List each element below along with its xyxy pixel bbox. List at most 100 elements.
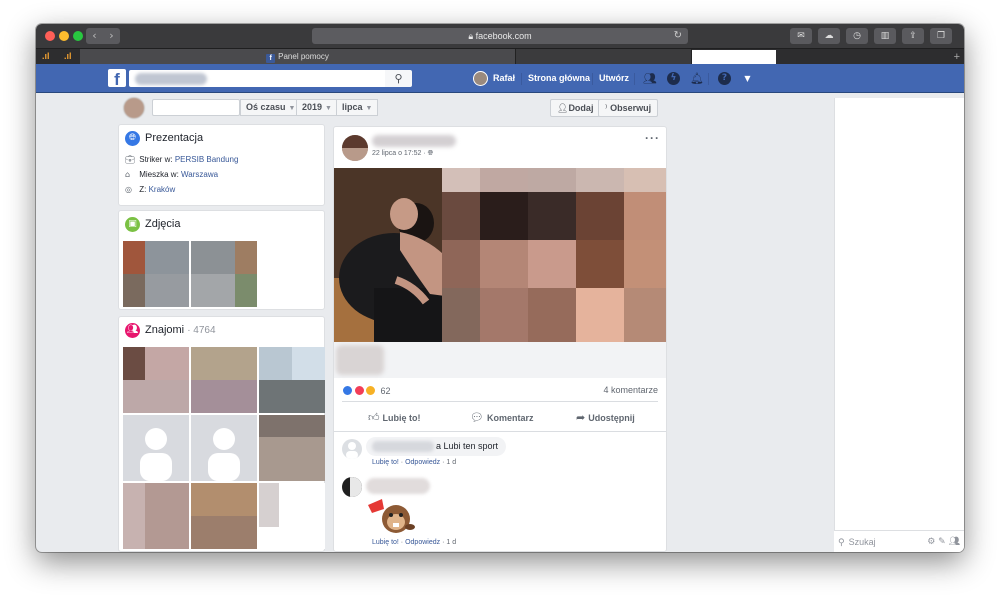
friend-thumbnail[interactable] (123, 483, 189, 549)
from-link[interactable]: Kraków (149, 185, 176, 194)
facebook-logo[interactable]: f (108, 69, 126, 87)
nav-home[interactable]: Strona główna (528, 64, 590, 93)
caption-redacted (336, 345, 384, 375)
share-button[interactable]: ➦ Udostępnij (576, 411, 635, 424)
add-friend-button[interactable]: 👤︎Dodaj (550, 99, 601, 117)
tab-redacted[interactable] (692, 50, 776, 64)
mail-icon[interactable]: ✉ (790, 28, 812, 44)
post-photo-graphic (334, 168, 666, 342)
comment-reply-link[interactable]: Odpowiedz (405, 459, 440, 466)
friends-card: 👥︎ Znajomi · 4764 (118, 316, 325, 552)
friends-icon[interactable]: 👥︎ (949, 537, 960, 547)
commenter-name-redacted[interactable] (366, 478, 430, 494)
nav-separator (521, 73, 522, 85)
share-icon[interactable]: ⇪ (902, 28, 924, 44)
address-bar[interactable]: 🔒︎ facebook.com ↻ (312, 28, 688, 44)
friends-title: Znajomi · 4764 (145, 324, 216, 336)
comment-button[interactable]: 💬︎ Komentarz (470, 411, 533, 424)
avatar[interactable] (473, 71, 488, 86)
friend-thumbnail[interactable] (191, 415, 257, 481)
bell-icon[interactable]: 🔔︎ (690, 72, 704, 85)
search-input-redacted (135, 73, 207, 85)
photo-icon: ▣ (125, 217, 140, 232)
like-reaction-icon (342, 385, 353, 396)
friend-thumbnail[interactable] (123, 415, 189, 481)
signal-extension-icon[interactable]: .ıl (42, 51, 50, 61)
friend-thumbnail[interactable] (123, 347, 189, 413)
divider (342, 401, 658, 402)
post-timestamp[interactable]: 22 lipca o 17:52 · 🌐︎ (372, 149, 433, 158)
nav-profile[interactable]: Rafał (493, 64, 515, 93)
timeline-post: 22 lipca o 17:52 · 🌐︎ ··· 62 4 komentarz… (333, 126, 667, 552)
chat-search[interactable]: ⚲ Szukaj ⚙ ✎ 👥︎ (834, 530, 964, 552)
default-avatar-icon (140, 428, 172, 481)
commenter-avatar[interactable] (342, 439, 362, 459)
history-icon[interactable]: ◷ (846, 28, 868, 44)
signal-extension-icon[interactable]: .ıl (64, 51, 72, 61)
back-icon[interactable]: ‹ (86, 28, 103, 44)
friend-thumbnail[interactable] (259, 415, 325, 481)
friend-thumbnail[interactable] (259, 483, 325, 549)
commenter-avatar[interactable] (342, 477, 362, 497)
search-input[interactable] (129, 70, 385, 87)
compose-icon[interactable]: ✎ (938, 537, 946, 547)
tabs-overview-icon[interactable]: ❐ (930, 28, 952, 44)
nav-create[interactable]: Utwórz (599, 64, 629, 93)
photos-card: ▣ Zdjęcia (118, 210, 325, 310)
profile-avatar[interactable] (123, 97, 145, 119)
commenter-name-redacted[interactable] (372, 441, 434, 452)
chevron-down-icon[interactable]: ▼ (741, 72, 754, 85)
nav-separator (592, 73, 593, 85)
gear-icon[interactable]: ⚙ (927, 537, 935, 547)
lock-icon: 🔒︎ (468, 31, 474, 41)
post-author-avatar[interactable] (342, 135, 368, 161)
comment-like-link[interactable]: Lubię to! (372, 459, 399, 466)
photo-thumbnail[interactable] (191, 241, 257, 307)
tab-bar: .ıl .ıl f Panel pomocy + (36, 48, 964, 65)
new-tab-icon[interactable]: + (954, 49, 960, 65)
nav-separator (708, 73, 709, 85)
cloud-icon[interactable]: ☁ (818, 28, 840, 44)
post-image[interactable] (334, 168, 666, 342)
chevron-down-icon: ▼ (288, 105, 296, 112)
friend-thumbnail[interactable] (191, 347, 257, 413)
follow-button[interactable]: ⁾ Obserwuj (598, 99, 659, 117)
messenger-icon[interactable]: ϟ (667, 72, 680, 85)
share-arrow-icon: ➦ (576, 411, 586, 424)
lives-link[interactable]: Warszawa (181, 170, 218, 179)
search-button[interactable]: ⚲ (385, 70, 412, 87)
work-link[interactable]: PERSIB Bandung (175, 155, 239, 164)
minimize-window-button[interactable] (59, 31, 69, 41)
post-author-name-redacted[interactable] (372, 135, 456, 147)
tab-blank[interactable] (516, 49, 692, 65)
comment-reply-link[interactable]: Odpowiedz (405, 539, 440, 546)
photo-thumbnail[interactable] (123, 241, 189, 307)
beaver-sticker-graphic (368, 499, 415, 533)
zoom-window-button[interactable] (73, 31, 83, 41)
comment-like-link[interactable]: Lubię to! (372, 539, 399, 546)
love-reaction-icon (353, 385, 365, 396)
close-window-button[interactable] (45, 31, 55, 41)
timeline-dropdown[interactable]: Oś czasu ▼ (240, 99, 302, 116)
reload-icon[interactable]: ↻ (674, 28, 682, 44)
comments-count-link[interactable]: 4 komentarze (603, 385, 658, 395)
intro-lives: ⌂ Mieszka w: Warszawa (125, 170, 219, 179)
comment-sticker[interactable] (366, 497, 416, 535)
friend-thumbnail[interactable] (259, 347, 325, 413)
friends-icon[interactable]: 👥︎ (643, 72, 657, 85)
reaction-summary[interactable]: 62 (342, 385, 391, 396)
search-icon: ⚲ (838, 538, 845, 548)
like-button[interactable]: 👍︎ Lubię to! (368, 411, 421, 424)
address-bar-url: facebook.com (475, 31, 532, 41)
sidebar-icon[interactable]: ▥ (874, 28, 896, 44)
help-icon[interactable]: ? (718, 72, 731, 85)
friend-thumbnail[interactable] (191, 483, 257, 549)
profile-name-field[interactable] (152, 99, 240, 116)
month-dropdown[interactable]: lipca ▼ (336, 99, 379, 116)
year-dropdown[interactable]: 2019 ▼ (296, 99, 338, 116)
divider (334, 431, 666, 432)
post-options-button[interactable]: ··· (645, 131, 660, 145)
forward-icon[interactable]: › (103, 28, 120, 44)
tab-help-panel[interactable]: f Panel pomocy (80, 49, 516, 65)
facebook-favicon-icon: f (266, 54, 276, 63)
